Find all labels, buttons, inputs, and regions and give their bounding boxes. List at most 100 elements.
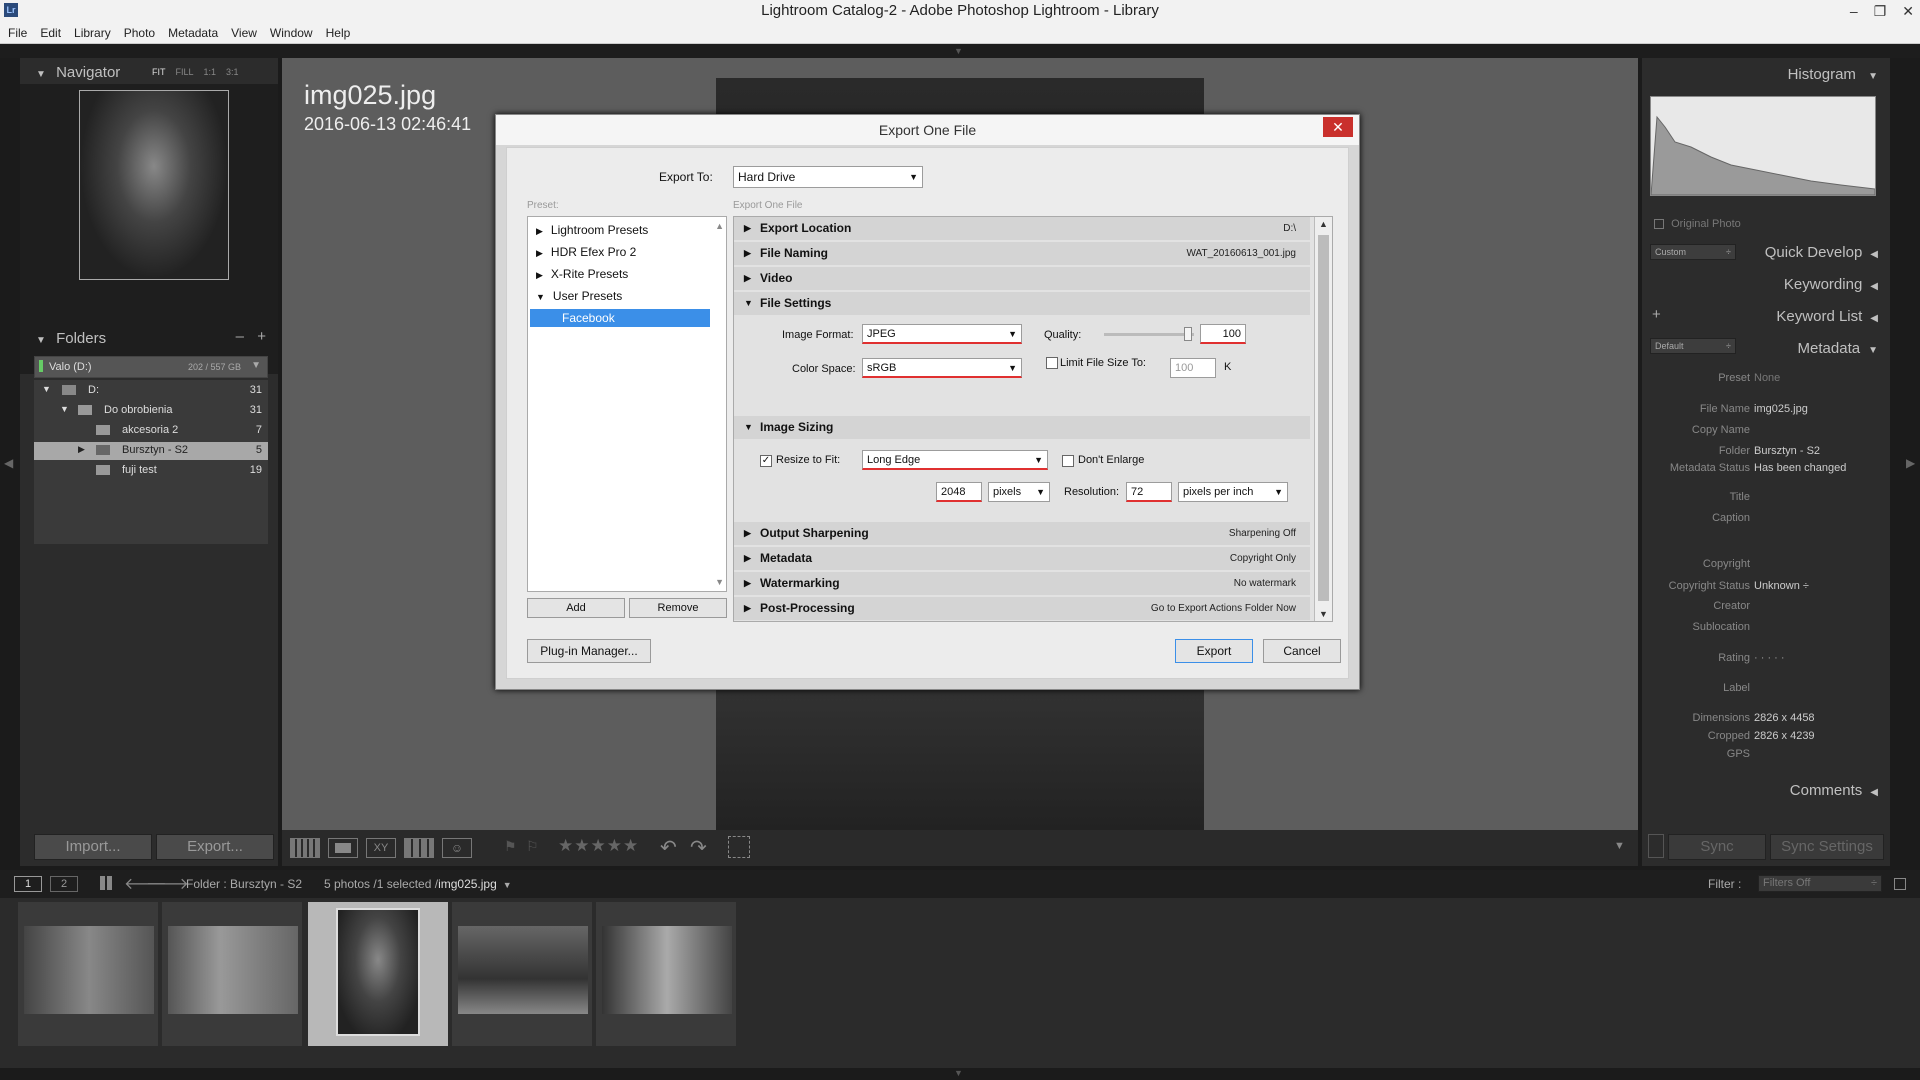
- metadata-row[interactable]: Copy Name: [1642, 424, 1890, 442]
- metadata-row[interactable]: Folder Bursztyn - S2: [1642, 445, 1890, 463]
- dropdown-arrow-icon[interactable]: ▼: [503, 880, 512, 890]
- section-video[interactable]: ▶ Video: [734, 267, 1310, 290]
- quality-slider-thumb[interactable]: [1184, 327, 1192, 341]
- metadata-row[interactable]: Creator: [1642, 600, 1890, 618]
- section-export-location[interactable]: ▶ Export Location D:\: [734, 217, 1310, 240]
- rotate-right-icon[interactable]: ↷: [690, 835, 707, 860]
- rotate-left-icon[interactable]: ↶: [660, 835, 677, 860]
- add-keyword-icon[interactable]: +: [1652, 306, 1661, 323]
- reject-flag-icon[interactable]: ⚐: [526, 838, 539, 855]
- top-panel-toggle[interactable]: ▼: [0, 44, 1920, 58]
- close-window-icon[interactable]: ✕: [1902, 0, 1914, 22]
- export-button[interactable]: Export...: [156, 834, 274, 860]
- section-watermarking[interactable]: ▶ Watermarking No watermark: [734, 572, 1310, 595]
- metadata-row[interactable]: File Name img025.jpg: [1642, 403, 1890, 421]
- keyword-list-header[interactable]: Keyword List ◀: [1776, 308, 1878, 325]
- add-preset-button[interactable]: Add: [527, 598, 625, 618]
- navigator-header[interactable]: ▼ Navigator: [36, 64, 120, 81]
- photo-thumbnail[interactable]: [336, 908, 420, 1036]
- limit-size-checkbox[interactable]: [1046, 357, 1058, 369]
- preset-folder[interactable]: ▶ HDR Efex Pro 2: [536, 245, 636, 259]
- resize-mode-select[interactable]: Long Edge ▼: [862, 450, 1048, 470]
- metadata-row[interactable]: Label: [1642, 682, 1890, 700]
- settings-scrollbar[interactable]: ▲ ▼: [1314, 217, 1332, 621]
- metadata-row[interactable]: Copyright Status Unknown ÷: [1642, 580, 1890, 598]
- filmstrip-cell[interactable]: [596, 902, 736, 1046]
- menu-metadata[interactable]: Metadata: [168, 26, 218, 40]
- people-view-icon[interactable]: ☺: [442, 838, 472, 858]
- photo-thumbnail[interactable]: [24, 926, 154, 1014]
- photo-thumbnail[interactable]: [168, 926, 298, 1014]
- metadata-row[interactable]: Title: [1642, 491, 1890, 509]
- filmstrip-cell[interactable]: [162, 902, 302, 1046]
- filter-lock-icon[interactable]: [1894, 878, 1906, 890]
- close-icon[interactable]: ✕: [1323, 117, 1353, 137]
- resize-checkbox[interactable]: ✓: [760, 455, 772, 467]
- remove-folder-icon[interactable]: –: [236, 328, 244, 345]
- crop-icon[interactable]: [728, 836, 750, 858]
- metadata-row[interactable]: Caption: [1642, 512, 1890, 530]
- main-window-toggle[interactable]: 1: [14, 876, 42, 892]
- size-unit-select[interactable]: pixels ▼: [988, 482, 1050, 502]
- filmstrip-cell[interactable]: [452, 902, 592, 1046]
- image-format-select[interactable]: JPEG ▼: [862, 324, 1022, 344]
- section-output-sharpening[interactable]: ▶ Output Sharpening Sharpening Off: [734, 522, 1310, 545]
- bottom-panel-toggle-icon[interactable]: ▼: [954, 1068, 963, 1078]
- zoom-1-1[interactable]: 1:1: [204, 67, 217, 77]
- section-file-naming[interactable]: ▶ File Naming WAT_20160613_001.jpg: [734, 242, 1310, 265]
- dont-enlarge-checkbox[interactable]: [1062, 455, 1074, 467]
- compare-view-icon[interactable]: XY: [366, 838, 396, 858]
- size-input[interactable]: 2048: [936, 482, 982, 502]
- navigator-thumbnail[interactable]: [79, 90, 229, 280]
- folder-row-selected[interactable]: ▶ Bursztyn - S2 5: [34, 442, 268, 460]
- menu-edit[interactable]: Edit: [40, 26, 61, 40]
- sync-button[interactable]: Sync: [1668, 834, 1766, 860]
- export-to-select[interactable]: Hard Drive ▼: [733, 166, 923, 188]
- scroll-down-icon[interactable]: ▼: [1319, 609, 1328, 619]
- filter-select[interactable]: Filters Off ÷: [1758, 875, 1882, 892]
- section-file-settings[interactable]: ▼ File Settings: [734, 292, 1310, 315]
- scroll-up-icon[interactable]: ▲: [715, 221, 724, 231]
- loupe-view-icon[interactable]: [328, 838, 358, 858]
- plugin-manager-button[interactable]: Plug-in Manager...: [527, 639, 651, 663]
- preset-folder[interactable]: ▶ X-Rite Presets: [536, 267, 628, 281]
- quick-develop-header[interactable]: Quick Develop ◀: [1765, 244, 1878, 261]
- section-post-processing[interactable]: ▶ Post-Processing Go to Export Actions Fol…: [734, 597, 1310, 620]
- toolbar-menu-icon[interactable]: ▼: [1614, 840, 1625, 852]
- comments-header[interactable]: Comments ◀: [1790, 782, 1878, 799]
- resolution-input[interactable]: 72: [1126, 482, 1172, 502]
- grid-icon[interactable]: [100, 876, 114, 890]
- metadata-row[interactable]: Metadata Status Has been changed: [1642, 462, 1890, 480]
- menu-help[interactable]: Help: [326, 26, 351, 40]
- grid-view-icon[interactable]: [290, 838, 320, 858]
- metadata-row[interactable]: Preset None: [1642, 372, 1890, 390]
- forward-arrow-icon[interactable]: 🡒: [146, 873, 189, 894]
- metadata-row[interactable]: Sublocation: [1642, 621, 1890, 639]
- preset-folder[interactable]: ▼ User Presets: [536, 289, 622, 303]
- scroll-down-icon[interactable]: ▼: [715, 577, 724, 587]
- second-window-toggle[interactable]: 2: [50, 876, 78, 892]
- folder-row[interactable]: fuji test 19: [34, 462, 268, 480]
- color-space-select[interactable]: sRGB ▼: [862, 358, 1022, 378]
- metadata-row[interactable]: Rating · · · · ·: [1642, 652, 1890, 670]
- folder-row[interactable]: ▼ Do obrobienia 31: [34, 402, 268, 420]
- folders-header[interactable]: ▼ Folders – +: [36, 328, 266, 347]
- quality-slider[interactable]: [1104, 327, 1194, 341]
- menu-library[interactable]: Library: [74, 26, 111, 40]
- section-image-sizing[interactable]: ▼ Image Sizing: [734, 416, 1310, 439]
- resolution-unit-select[interactable]: pixels per inch ▼: [1178, 482, 1288, 502]
- export-confirm-button[interactable]: Export: [1175, 639, 1253, 663]
- scroll-up-icon[interactable]: ▲: [1319, 219, 1328, 229]
- folder-row[interactable]: ▼ D: 31: [34, 382, 268, 400]
- flag-icon[interactable]: ⚑: [504, 838, 517, 855]
- zoom-fill[interactable]: FILL: [176, 67, 194, 77]
- photo-thumbnail[interactable]: [458, 926, 588, 1014]
- menu-view[interactable]: View: [231, 26, 257, 40]
- folder-row[interactable]: akcesoria 2 7: [34, 422, 268, 440]
- survey-view-icon[interactable]: [404, 838, 434, 858]
- limit-size-input[interactable]: 100: [1170, 358, 1216, 378]
- scrollbar-thumb[interactable]: [1318, 235, 1329, 601]
- preset-item-selected[interactable]: Facebook: [530, 309, 710, 327]
- metadata-row[interactable]: GPS: [1642, 748, 1890, 766]
- filmstrip-cell[interactable]: [18, 902, 158, 1046]
